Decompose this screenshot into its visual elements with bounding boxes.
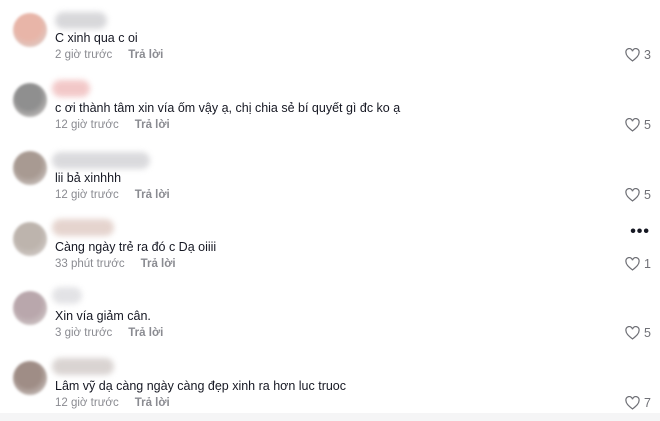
like-button[interactable]: 5	[625, 326, 651, 340]
like-button[interactable]: 5	[625, 118, 651, 132]
comment-time: 12 giờ trước	[55, 189, 119, 201]
reply-button[interactable]: Trả lời	[135, 119, 170, 131]
heart-outline-icon	[625, 188, 640, 202]
like-count: 7	[644, 396, 651, 410]
username-blurred[interactable]	[52, 219, 114, 236]
avatar[interactable]	[13, 222, 47, 256]
reply-button[interactable]: Trả lời	[135, 397, 170, 409]
comment-text: Xin vía giảm cân.	[55, 309, 151, 323]
reply-button[interactable]: Trả lời	[141, 258, 176, 270]
comment-feed: C xinh qua c oi 2 giờ trước Trả lời 3 c ơ…	[0, 0, 660, 421]
comment-meta: 2 giờ trước Trả lời	[55, 49, 163, 61]
comment-time: 3 giờ trước	[55, 327, 113, 339]
avatar[interactable]	[13, 83, 47, 117]
comment-text: lii bả xinhhh	[55, 171, 122, 185]
heart-outline-icon	[625, 48, 640, 62]
avatar[interactable]	[13, 151, 47, 185]
like-button[interactable]: 7	[625, 396, 651, 410]
reply-button[interactable]: Trả lời	[128, 327, 163, 339]
avatar[interactable]	[13, 361, 47, 395]
like-button[interactable]: 1	[625, 257, 651, 271]
heart-outline-icon	[625, 118, 640, 132]
username-blurred[interactable]	[52, 358, 114, 375]
comment-time: 33 phút trước	[55, 258, 125, 270]
reply-button[interactable]: Trả lời	[128, 49, 163, 61]
like-count: 5	[644, 188, 651, 202]
like-count: 3	[644, 48, 651, 62]
comment-time: 2 giờ trước	[55, 49, 113, 61]
username-blurred[interactable]	[52, 80, 90, 97]
avatar[interactable]	[13, 291, 47, 325]
avatar[interactable]	[13, 13, 47, 47]
username-blurred[interactable]	[55, 12, 107, 29]
heart-outline-icon	[625, 257, 640, 271]
username-blurred[interactable]	[52, 287, 82, 304]
comment-meta: 12 giờ trước Trả lời	[55, 397, 170, 409]
heart-outline-icon	[625, 326, 640, 340]
comment-meta: 12 giờ trước Trả lời	[55, 119, 170, 131]
username-blurred[interactable]	[52, 152, 150, 169]
comment-text: Lâm vỹ dạ càng ngày càng đẹp xinh ra hơn…	[55, 379, 347, 393]
like-count: 5	[644, 118, 651, 132]
like-count: 1	[644, 257, 651, 271]
bottom-divider	[0, 413, 660, 421]
comment-time: 12 giờ trước	[55, 397, 119, 409]
comment-text: c ơi thành tâm xin vía ốm vậy ạ, chị chi…	[55, 101, 401, 115]
comment-text: C xinh qua c oi	[55, 31, 138, 45]
reply-button[interactable]: Trả lời	[135, 189, 170, 201]
like-button[interactable]: 3	[625, 48, 651, 62]
comment-meta: 12 giờ trước Trả lời	[55, 189, 170, 201]
like-count: 5	[644, 326, 651, 340]
comment-meta: 33 phút trước Trả lời	[55, 258, 176, 270]
like-button[interactable]: 5	[625, 188, 651, 202]
comment-text: Càng ngày trẻ ra đó c Dạ oiiii	[55, 240, 217, 254]
more-dots-icon[interactable]: •••	[630, 223, 650, 241]
heart-outline-icon	[625, 396, 640, 410]
comment-time: 12 giờ trước	[55, 119, 119, 131]
comment-meta: 3 giờ trước Trả lời	[55, 327, 163, 339]
